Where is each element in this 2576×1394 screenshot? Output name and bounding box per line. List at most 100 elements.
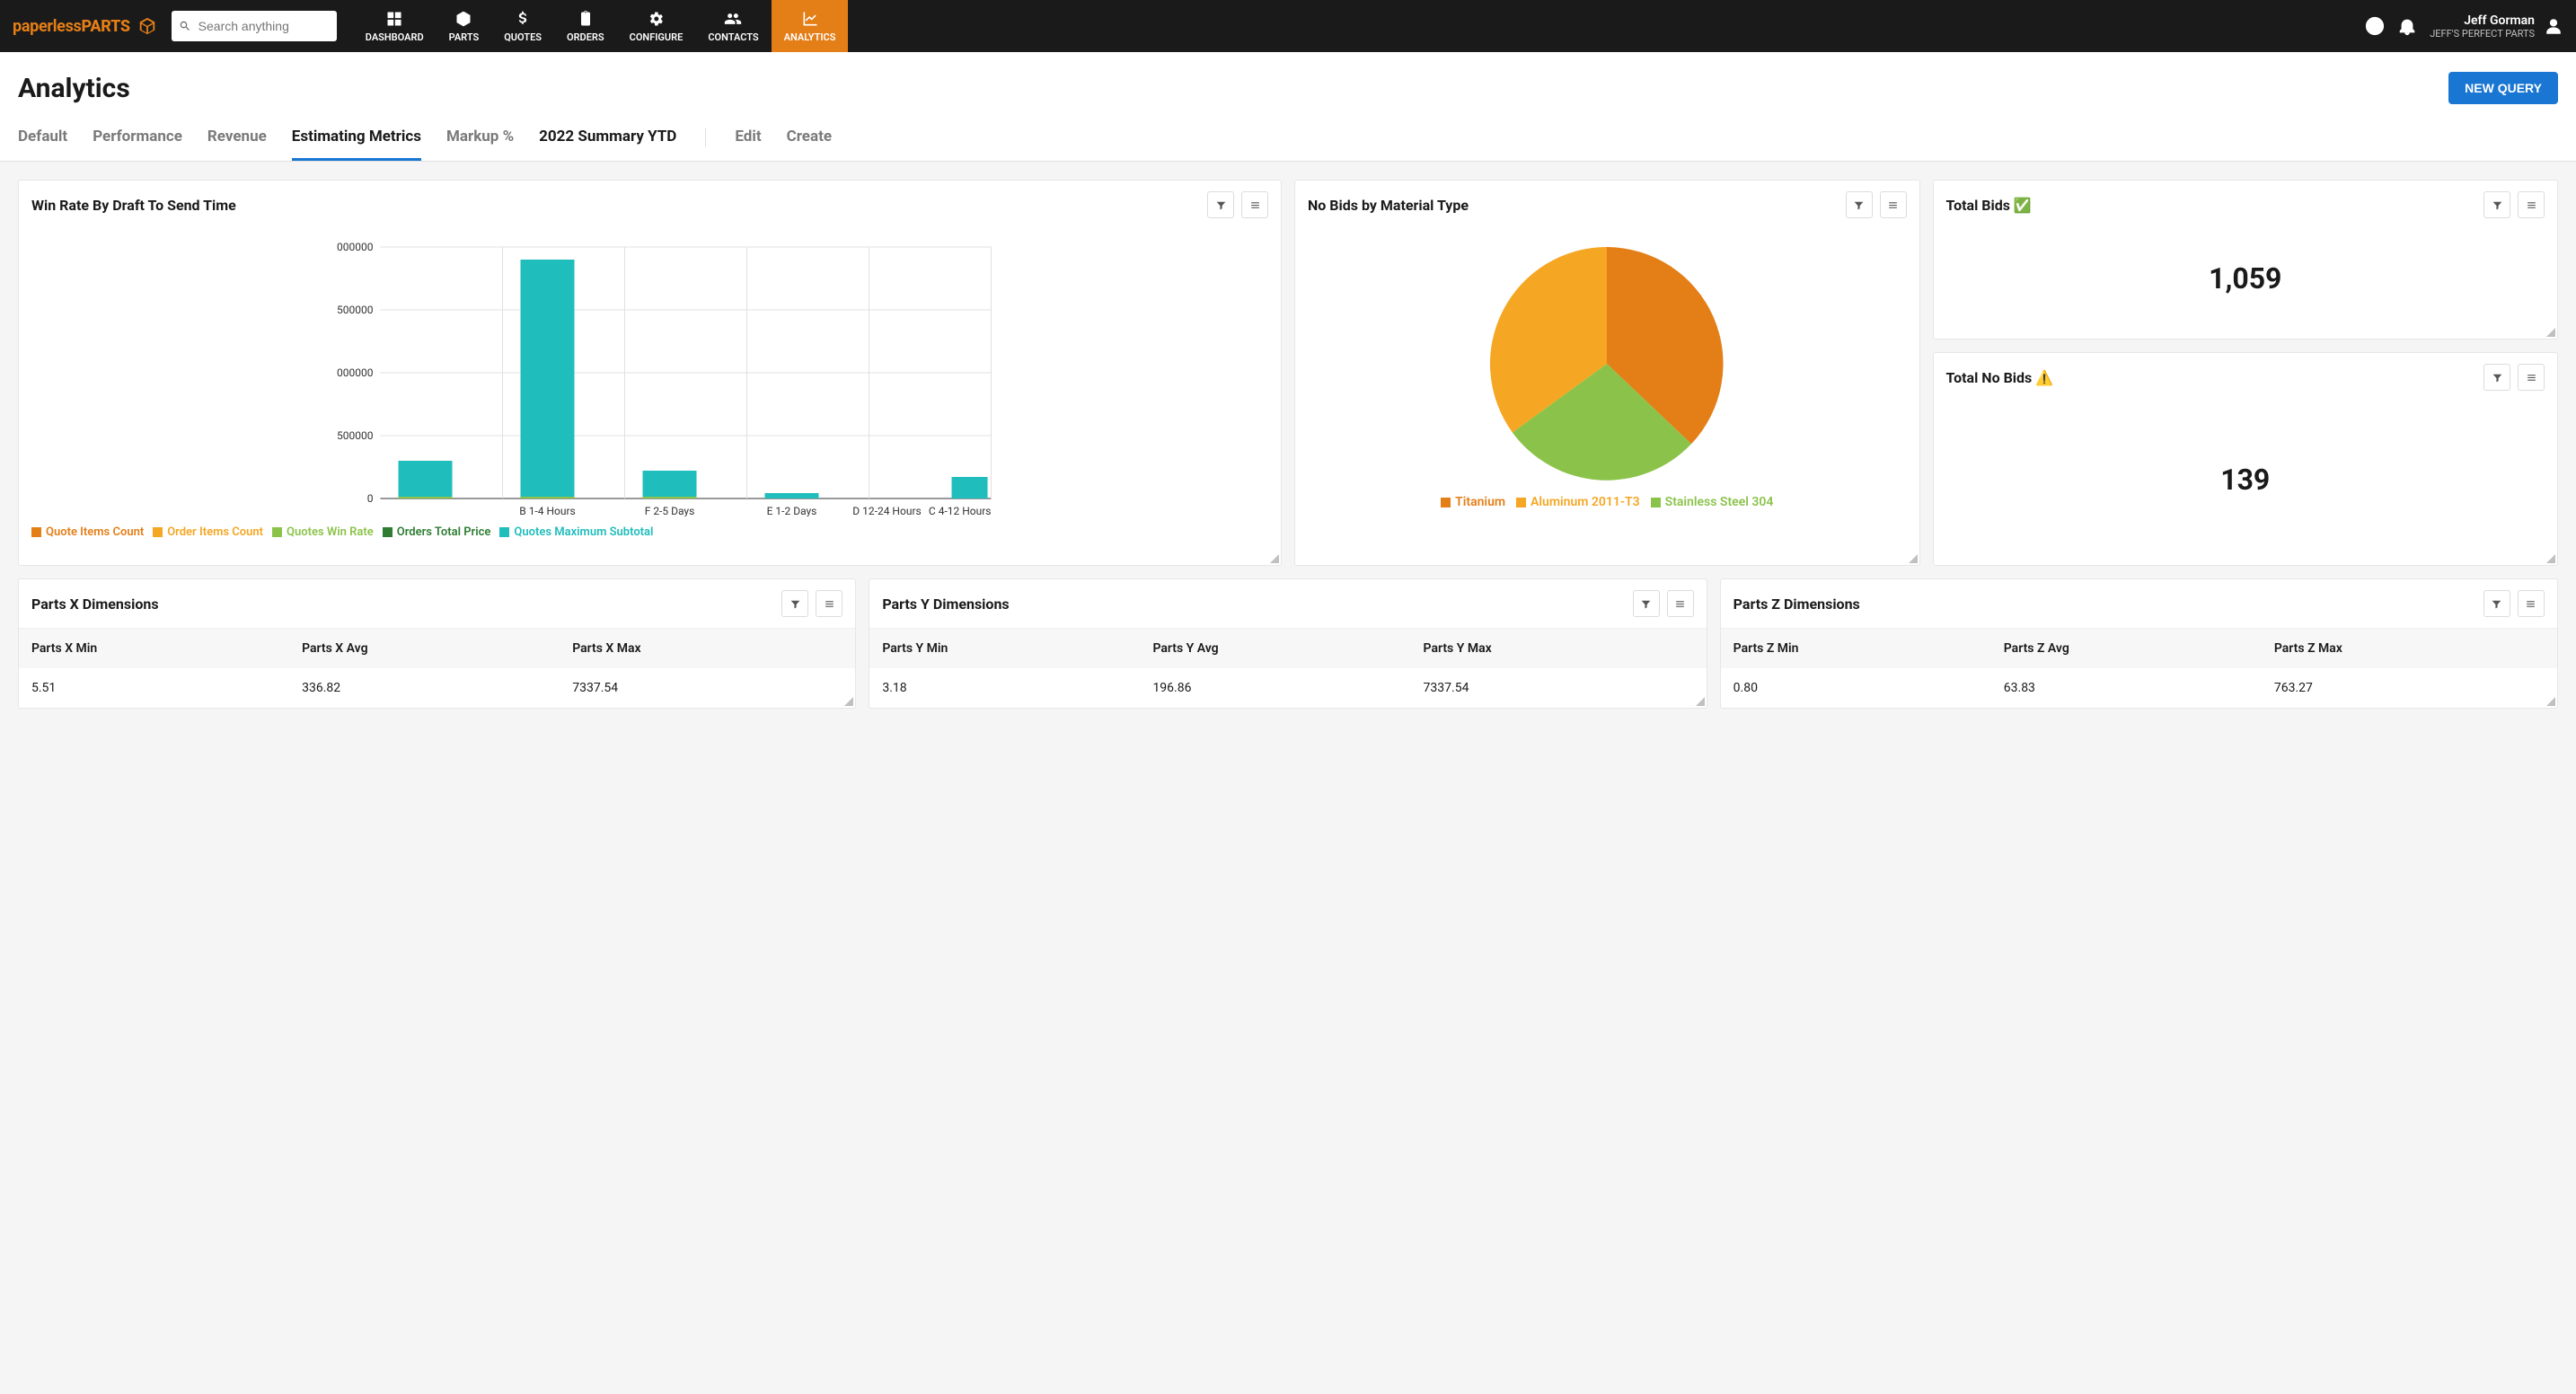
user-menu[interactable]: Jeff Gorman JEFF'S PERFECT PARTS bbox=[2430, 13, 2563, 40]
resize-handle[interactable] bbox=[1909, 554, 1918, 563]
nav-quotes[interactable]: QUOTES bbox=[491, 0, 554, 52]
menu-button[interactable] bbox=[2518, 364, 2545, 391]
nav-dashboard[interactable]: DASHBOARD bbox=[353, 0, 437, 52]
card-parts-z: Parts Z Dimensions Parts Z Min Parts Z A… bbox=[1720, 578, 2558, 709]
svg-text:000000: 000000 bbox=[337, 241, 374, 253]
card-title: Win Rate By Draft To Send Time bbox=[31, 197, 236, 214]
bar-chart: 0 500000 000000 500000 000000 B 1- bbox=[19, 229, 1281, 520]
tab-revenue[interactable]: Revenue bbox=[207, 120, 267, 161]
legend-item[interactable]: Quotes Maximum Subtotal bbox=[499, 525, 653, 539]
card-title: Parts Y Dimensions bbox=[882, 596, 1009, 613]
nav-label: ORDERS bbox=[567, 31, 604, 43]
col-header: Parts Y Min bbox=[882, 641, 1152, 656]
menu-icon bbox=[824, 598, 835, 610]
svg-text:C 4-12 Hours: C 4-12 Hours bbox=[929, 505, 992, 516]
card-title: No Bids by Material Type bbox=[1308, 197, 1469, 214]
filter-icon bbox=[2491, 598, 2502, 610]
menu-button[interactable] bbox=[1880, 191, 1907, 218]
table-row: 5.51 336.82 7337.54 bbox=[19, 668, 855, 708]
logo-text-2: PARTS bbox=[81, 17, 129, 36]
bar-chart-svg: 0 500000 000000 500000 000000 B 1- bbox=[31, 229, 1268, 516]
card-parts-y: Parts Y Dimensions Parts Y Min Parts Y A… bbox=[869, 578, 1707, 709]
tab-markup[interactable]: Markup % bbox=[446, 120, 514, 161]
legend-item[interactable]: Order Items Count bbox=[153, 525, 263, 539]
dashboard-grid: Win Rate By Draft To Send Time bbox=[0, 162, 2576, 584]
legend-item[interactable]: Aluminum 2011-T3 bbox=[1516, 495, 1640, 509]
search-box[interactable] bbox=[172, 11, 337, 41]
resize-handle[interactable] bbox=[1696, 697, 1705, 706]
cell: 0.80 bbox=[1734, 681, 2004, 695]
resize-handle[interactable] bbox=[1270, 554, 1279, 563]
table-row: 3.18 196.86 7337.54 bbox=[869, 668, 1706, 708]
menu-button[interactable] bbox=[2518, 191, 2545, 218]
resize-handle[interactable] bbox=[2546, 697, 2555, 706]
cell: 763.27 bbox=[2274, 681, 2545, 695]
filter-button[interactable] bbox=[2483, 364, 2510, 391]
nav-configure[interactable]: CONFIGURE bbox=[617, 0, 696, 52]
cell: 196.86 bbox=[1152, 681, 1423, 695]
tab-estimating-metrics[interactable]: Estimating Metrics bbox=[292, 120, 421, 161]
col-header: Parts Y Max bbox=[1424, 641, 1694, 656]
new-query-button[interactable]: NEW QUERY bbox=[2448, 72, 2558, 104]
legend-item[interactable]: Titanium bbox=[1441, 495, 1505, 509]
legend-item[interactable]: Orders Total Price bbox=[383, 525, 491, 539]
resize-handle[interactable] bbox=[2546, 554, 2555, 563]
tab-edit[interactable]: Edit bbox=[735, 120, 761, 161]
resize-handle[interactable] bbox=[2546, 328, 2555, 337]
stat-value: 139 bbox=[1934, 401, 2558, 497]
cell: 5.51 bbox=[31, 681, 302, 695]
svg-text:500000: 500000 bbox=[337, 429, 374, 442]
stat-value: 1,059 bbox=[1934, 229, 2558, 296]
dollar-icon bbox=[514, 10, 532, 28]
menu-button[interactable] bbox=[2518, 590, 2545, 617]
nav-orders[interactable]: ORDERS bbox=[554, 0, 617, 52]
filter-button[interactable] bbox=[781, 590, 808, 617]
menu-button[interactable] bbox=[1241, 191, 1268, 218]
nav-analytics[interactable]: ANALYTICS bbox=[772, 0, 849, 52]
table-header: Parts X Min Parts X Avg Parts X Max bbox=[19, 628, 855, 668]
menu-button[interactable] bbox=[816, 590, 842, 617]
user-company: JEFF'S PERFECT PARTS bbox=[2430, 28, 2535, 40]
tab-divider bbox=[705, 128, 706, 147]
nav-label: DASHBOARD bbox=[366, 31, 424, 43]
help-icon[interactable] bbox=[2365, 16, 2385, 36]
filter-button[interactable] bbox=[1846, 191, 1873, 218]
tab-create[interactable]: Create bbox=[787, 120, 832, 161]
col-header: Parts Y Avg bbox=[1152, 641, 1423, 656]
legend-item[interactable]: Quote Items Count bbox=[31, 525, 144, 539]
col-header: Parts Z Max bbox=[2274, 641, 2545, 656]
col-header: Parts X Avg bbox=[302, 641, 572, 656]
card-win-rate: Win Rate By Draft To Send Time bbox=[18, 180, 1282, 566]
logo[interactable]: paperlessPARTS bbox=[13, 16, 157, 36]
bar-legend: Quote Items Count Order Items Count Quot… bbox=[19, 520, 1281, 548]
col-header: Parts Z Min bbox=[1734, 641, 2004, 656]
filter-button[interactable] bbox=[2483, 590, 2510, 617]
resize-handle[interactable] bbox=[844, 697, 853, 706]
svg-text:500000: 500000 bbox=[337, 304, 374, 316]
nav-parts[interactable]: PARTS bbox=[437, 0, 492, 52]
filter-button[interactable] bbox=[1207, 191, 1234, 218]
table-header: Parts Y Min Parts Y Avg Parts Y Max bbox=[869, 628, 1706, 668]
nav-contacts[interactable]: CONTACTS bbox=[695, 0, 771, 52]
filter-button[interactable] bbox=[1633, 590, 1660, 617]
tab-default[interactable]: Default bbox=[18, 120, 67, 161]
card-total-bids: Total Bids ✅ 1,059 bbox=[1933, 180, 2559, 340]
card-parts-x: Parts X Dimensions Parts X Min Parts X A… bbox=[18, 578, 856, 709]
menu-button[interactable] bbox=[1667, 590, 1694, 617]
filter-icon bbox=[790, 598, 801, 610]
pie-svg bbox=[1490, 247, 1724, 481]
nav-label: QUOTES bbox=[504, 31, 542, 43]
search-input[interactable] bbox=[198, 19, 330, 33]
nav-label: PARTS bbox=[449, 31, 480, 43]
bell-icon[interactable] bbox=[2397, 16, 2417, 36]
legend-item[interactable]: Stainless Steel 304 bbox=[1651, 495, 1774, 509]
tab-2022-summary[interactable]: 2022 Summary YTD bbox=[539, 120, 676, 161]
cell: 3.18 bbox=[882, 681, 1152, 695]
cell: 336.82 bbox=[302, 681, 572, 695]
tab-performance[interactable]: Performance bbox=[93, 120, 182, 161]
page-title: Analytics bbox=[18, 73, 130, 104]
svg-text:B 1-4 Hours: B 1-4 Hours bbox=[519, 505, 576, 516]
filter-button[interactable] bbox=[2483, 191, 2510, 218]
card-title: Parts Z Dimensions bbox=[1734, 596, 1860, 613]
legend-item[interactable]: Quotes Win Rate bbox=[272, 525, 374, 539]
